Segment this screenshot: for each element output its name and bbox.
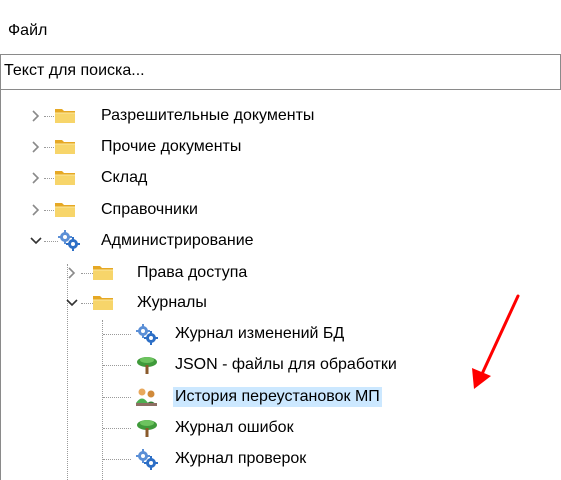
tree-item-label: Журналы: [137, 294, 207, 311]
navigation-tree[interactable]: Разрешительные документы Прочие документ…: [0, 90, 561, 480]
tree-connector: [44, 241, 58, 242]
annotation-arrow-icon: [472, 294, 520, 389]
chevron-right-icon[interactable]: [29, 109, 43, 123]
tree-icon: [135, 417, 159, 439]
tree-item-label: Разрешительные документы: [101, 107, 315, 124]
menu-file[interactable]: Файл: [8, 22, 47, 40]
chevron-right-icon[interactable]: [29, 171, 43, 185]
folder-icon: [53, 135, 77, 157]
chevron-right-icon[interactable]: [65, 266, 79, 280]
tree-item-db-changes[interactable]: Журнал изменений БД: [173, 320, 346, 348]
folder-icon: [53, 198, 77, 220]
tree-item-json-files[interactable]: JSON - файлы для обработки: [173, 351, 399, 379]
tree-connector: [103, 459, 131, 460]
tree-item-label: JSON - файлы для обработки: [175, 356, 397, 373]
people-icon: [135, 386, 159, 408]
tree-item-label: Журнал проверок: [175, 450, 307, 467]
chevron-down-icon[interactable]: [65, 296, 79, 310]
tree-item-mp-reinstall[interactable]: История переустановок МП: [173, 383, 382, 411]
tree-connector: [103, 334, 131, 335]
tree-item-journals[interactable]: Журналы: [135, 289, 209, 317]
tree-item-checks-log[interactable]: Журнал проверок: [173, 445, 308, 473]
tree-icon: [135, 354, 159, 376]
tree-item-label: Журнал изменений БД: [175, 325, 345, 342]
tree-item-access-rights[interactable]: Права доступа: [135, 259, 249, 287]
menu-bar: Файл: [0, 0, 561, 55]
tree-item-label: История переустановок МП: [173, 387, 382, 407]
folder-icon: [91, 261, 115, 283]
gears-icon: [135, 448, 159, 470]
tree-item-label: Права доступа: [137, 264, 248, 281]
tree-connector: [103, 428, 131, 429]
folder-icon: [53, 166, 77, 188]
tree-item-administration[interactable]: Администрирование: [99, 227, 256, 255]
folder-icon: [91, 291, 115, 313]
chevron-right-icon[interactable]: [29, 140, 43, 154]
tree-item-label: Администрирование: [101, 232, 254, 249]
tree-connector: [103, 365, 131, 366]
chevron-right-icon[interactable]: [29, 203, 43, 217]
tree-item-label: Журнал ошибок: [175, 419, 294, 436]
tree-connector: [103, 397, 131, 398]
search-box[interactable]: [0, 54, 561, 90]
tree-connector: [102, 320, 103, 480]
gears-icon: [135, 323, 159, 345]
tree-item-permits[interactable]: Разрешительные документы: [99, 102, 316, 130]
tree-item-other-docs[interactable]: Прочие документы: [99, 133, 243, 161]
tree-item-label: Склад: [101, 169, 148, 186]
gears-icon: [57, 229, 81, 251]
tree-item-label: Справочники: [101, 201, 198, 218]
tree-item-errors-log[interactable]: Журнал ошибок: [173, 414, 296, 442]
tree-item-warehouse[interactable]: Склад: [99, 164, 149, 192]
tree-item-label: Прочие документы: [101, 138, 242, 155]
tree-item-references[interactable]: Справочники: [99, 196, 200, 224]
folder-icon: [53, 104, 77, 126]
search-input[interactable]: [1, 55, 544, 87]
chevron-down-icon[interactable]: [29, 234, 43, 248]
